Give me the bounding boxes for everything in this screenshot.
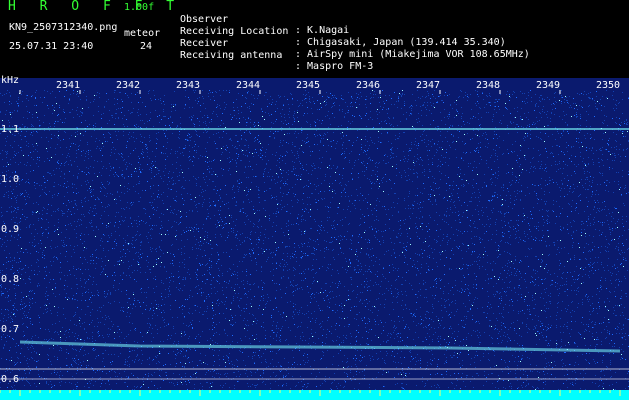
x-tick-label: 2349 <box>536 80 561 91</box>
y-tick-label: 1.0 <box>1 174 20 185</box>
info-label: Receiving Location <box>180 26 289 37</box>
y-tick-label: 1.1 <box>1 124 20 135</box>
info-value: : AirSpy mini (Miakejima VOR 108.65MHz) <box>295 49 530 60</box>
x-tick-label: 2345 <box>296 80 321 91</box>
x-tick-label: 2343 <box>176 80 201 91</box>
meteor-count: 24 <box>140 41 153 52</box>
spectrogram: kHz 1.1 1.0 0.9 0.8 0.7 0.6 2341 2342 23… <box>0 75 629 400</box>
y-tick-label: 0.6 <box>1 374 20 385</box>
info-value: : Maspro FM-3 <box>295 61 374 72</box>
x-tick-label: 2348 <box>476 80 501 91</box>
y-tick-label: 0.8 <box>1 274 20 285</box>
info-row-antenna: Receiving antenna : Maspro FM-3 <box>180 39 373 72</box>
version-label: 1.00f <box>124 2 155 13</box>
x-tick-label: 2347 <box>416 80 441 91</box>
filename-label: KN9_2507312340.png <box>9 22 118 33</box>
info-label: Receiving antenna <box>180 50 283 61</box>
spectrogram-canvas <box>0 90 629 400</box>
meteor-label: meteor <box>124 28 161 39</box>
x-tick-label: 2341 <box>56 80 81 91</box>
info-value: : Chigasaki, Japan (139.414 35.340) <box>295 37 506 48</box>
x-tick-label: 2346 <box>356 80 381 91</box>
x-tick-label: 2350 <box>596 80 621 91</box>
x-tick-label: 2342 <box>116 80 141 91</box>
unit-label: kHz <box>1 75 20 86</box>
y-tick-label: 0.9 <box>1 224 20 235</box>
info-value: : K.Nagai <box>295 25 350 36</box>
y-tick-label: 0.7 <box>1 324 20 335</box>
datetime-label: 25.07.31 23:40 <box>9 41 94 52</box>
x-tick-label: 2344 <box>236 80 261 91</box>
app-title: H R O F F T <box>8 0 183 14</box>
